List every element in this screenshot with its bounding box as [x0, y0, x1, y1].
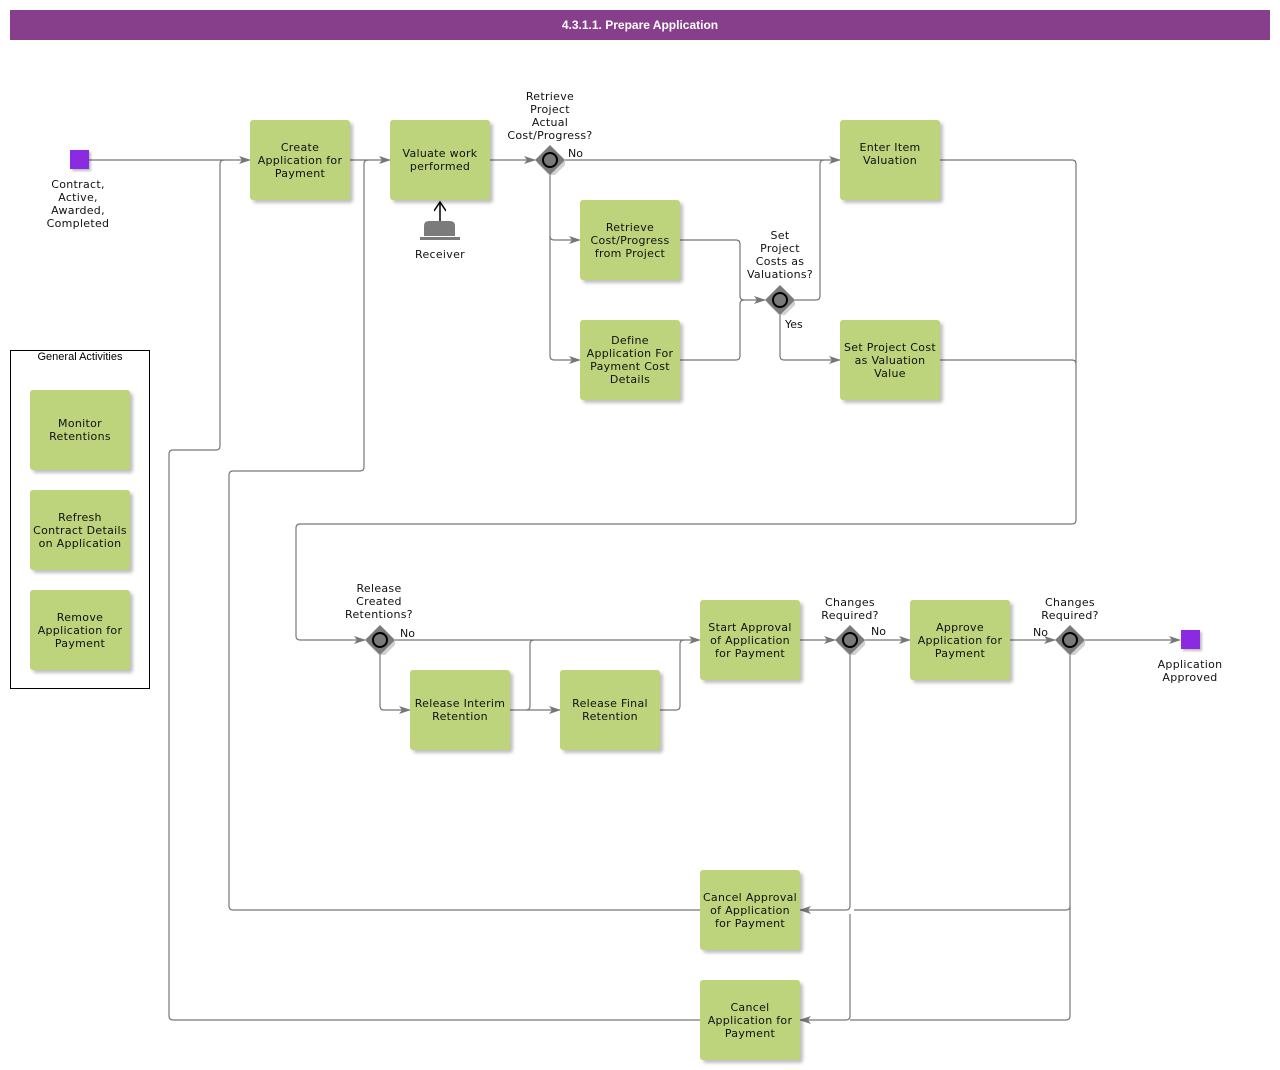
task-approve-application[interactable]: Approve Application for Payment — [910, 600, 1010, 680]
task-release-interim[interactable]: Release Interim Retention — [410, 670, 510, 750]
receiver-label: Receiver — [415, 248, 465, 261]
gateway-changes-required-1[interactable] — [835, 625, 865, 655]
end-event[interactable] — [1181, 630, 1200, 649]
general-activities-title: General Activities — [37, 351, 123, 363]
flow-setcost-to-release — [940, 359, 1077, 365]
gateway-set-project-costs-label: Set Project Costs as Valuations? — [746, 229, 814, 281]
sequence-flows — [89, 156, 1181, 1024]
gateway-retrieve-project-no: No — [568, 147, 583, 160]
task-monitor-retentions[interactable]: Monitor Retentions — [30, 390, 130, 470]
gateway-retrieve-project[interactable] — [535, 145, 565, 175]
end-event-label: Application Approved — [1157, 658, 1223, 684]
task-cancel-approval[interactable]: Cancel Approval of Application for Payme… — [700, 870, 800, 950]
gateway-set-project-costs-yes: Yes — [785, 318, 803, 331]
gateway-release-retentions[interactable] — [365, 625, 395, 655]
flow-gateway3-to-interim — [379, 655, 411, 714]
receiver-icon — [420, 221, 460, 240]
task-refresh-contract-details[interactable]: Refresh Contract Details on Application — [30, 490, 130, 570]
flow-final-to-approval — [660, 639, 685, 711]
flow-gateway1-to-define — [549, 236, 581, 364]
flow-define-to-gateway2 — [680, 299, 745, 361]
task-release-final[interactable]: Release Final Retention — [560, 670, 660, 750]
gateway-changes-required-1-label: Changes Required? — [821, 596, 879, 622]
gateway-set-project-costs[interactable] — [765, 285, 795, 315]
task-retrieve-cost[interactable]: Retrieve Cost/Progress from Project — [580, 200, 680, 280]
gateway-changes-required-1-no: No — [871, 625, 886, 638]
start-event-label: Contract, Active, Awarded, Completed — [46, 178, 110, 230]
flow-gateway4-to-cancel-application — [799, 914, 851, 1024]
gateway-retrieve-project-label: Retrieve Project Actual Cost/Progress? — [507, 90, 593, 142]
task-set-project-cost[interactable]: Set Project Cost as Valuation Value — [840, 320, 940, 400]
flow-cancel-application-to-create — [168, 159, 700, 1021]
task-remove-application[interactable]: Remove Application for Payment — [30, 590, 130, 670]
task-cancel-application[interactable]: Cancel Application for Payment — [700, 980, 800, 1060]
gateway-changes-required-2[interactable] — [1055, 625, 1085, 655]
flow-gateway1-to-retrieve — [549, 175, 581, 244]
gateway-changes-required-2-no: No — [1033, 626, 1048, 639]
flow-interim-to-approval — [525, 639, 535, 711]
flow-gateway4-to-cancel-approval — [799, 655, 851, 914]
task-define-application[interactable]: Define Application For Payment Cost Deta… — [580, 320, 680, 400]
task-create-application[interactable]: Create Application for Payment — [250, 120, 350, 200]
gateway-changes-required-2-label: Changes Required? — [1041, 596, 1099, 622]
gateway-release-retentions-no: No — [400, 627, 415, 640]
flow-gateway5-to-cancel-application — [850, 906, 1071, 1021]
task-enter-item-valuation[interactable]: Enter Item Valuation — [840, 120, 940, 200]
flow-enter-to-release — [295, 159, 1077, 644]
task-start-approval[interactable]: Start Approval of Application for Paymen… — [700, 600, 800, 680]
task-valuate-work[interactable]: Valuate work performed — [390, 120, 490, 200]
gateway-release-retentions-label: Release Created Retentions? — [345, 582, 413, 621]
start-event[interactable] — [70, 150, 89, 169]
flow-gateway5-to-cancel-approval — [854, 655, 1071, 911]
